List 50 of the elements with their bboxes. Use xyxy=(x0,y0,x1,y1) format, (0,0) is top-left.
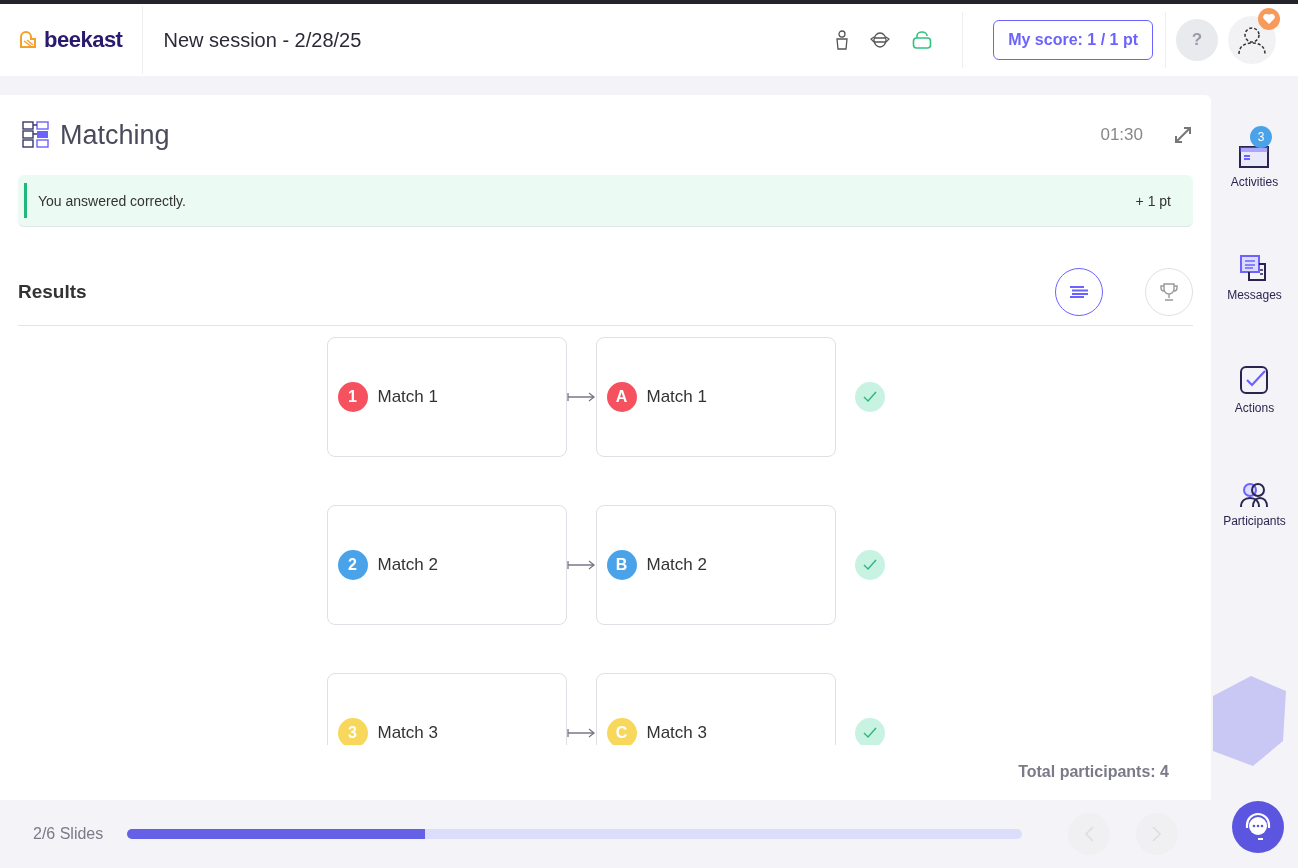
match-label: Match 2 xyxy=(646,555,707,575)
matching-icon xyxy=(22,121,50,149)
user-icon xyxy=(1237,25,1267,55)
person-icon[interactable] xyxy=(836,30,849,50)
avatar[interactable] xyxy=(1228,16,1276,64)
arrow-icon xyxy=(566,727,596,739)
match-label: Match 3 xyxy=(377,723,438,743)
count-badge: 3 xyxy=(1250,126,1273,148)
logo-icon xyxy=(18,31,38,49)
match-marker: 3 xyxy=(337,718,368,745)
activity-title: Matching xyxy=(60,119,171,151)
feedback-message: You answered correctly. xyxy=(38,192,187,209)
check-icon xyxy=(862,559,877,571)
sidebar-item[interactable]: 3 Activities xyxy=(1230,126,1279,189)
match-marker: 2 xyxy=(337,550,368,580)
total-participants: Total participants: 4 xyxy=(1017,762,1170,781)
bee-icon[interactable] xyxy=(870,32,891,48)
trophy-icon xyxy=(1159,282,1179,302)
match-label: Match 1 xyxy=(646,387,707,407)
arrow-icon xyxy=(566,391,596,403)
screen-icon xyxy=(1238,143,1271,169)
timer: 01:30 xyxy=(1100,125,1143,145)
logo-text[interactable]: beekast xyxy=(44,27,123,53)
list-view-button[interactable] xyxy=(1055,268,1103,316)
support-chat-button[interactable] xyxy=(1232,801,1284,853)
match-marker: C xyxy=(606,718,637,745)
match-label: Match 2 xyxy=(377,555,438,575)
match-marker: A xyxy=(606,382,637,412)
slide-counter: 2/6 Slides xyxy=(33,825,105,843)
session-title: New session - 2/28/25 xyxy=(162,28,363,52)
check-icon xyxy=(862,391,877,403)
sidebar-item[interactable]: Messages xyxy=(1227,239,1282,302)
match-marker: B xyxy=(606,550,637,580)
match-label: Match 1 xyxy=(377,387,438,407)
people-icon xyxy=(1239,480,1270,508)
points-earned: + 1 pt xyxy=(1135,192,1171,209)
sidebar-item[interactable]: Actions xyxy=(1234,352,1275,415)
match-label: Match 3 xyxy=(646,723,707,743)
bars-icon xyxy=(1069,286,1089,298)
results-title: Results xyxy=(18,281,88,303)
arrow-icon xyxy=(566,559,596,571)
lock-icon[interactable] xyxy=(912,31,933,49)
sidebar-item[interactable]: Participants xyxy=(1223,465,1286,528)
expand-icon[interactable] xyxy=(1173,125,1193,145)
score-button[interactable]: My score: 1 / 1 pt xyxy=(993,20,1153,60)
heart-icon xyxy=(1263,14,1275,24)
check-icon xyxy=(862,727,877,739)
headset-icon xyxy=(1243,812,1273,842)
match-marker: 1 xyxy=(337,382,368,412)
checkbox-icon xyxy=(1239,365,1270,395)
